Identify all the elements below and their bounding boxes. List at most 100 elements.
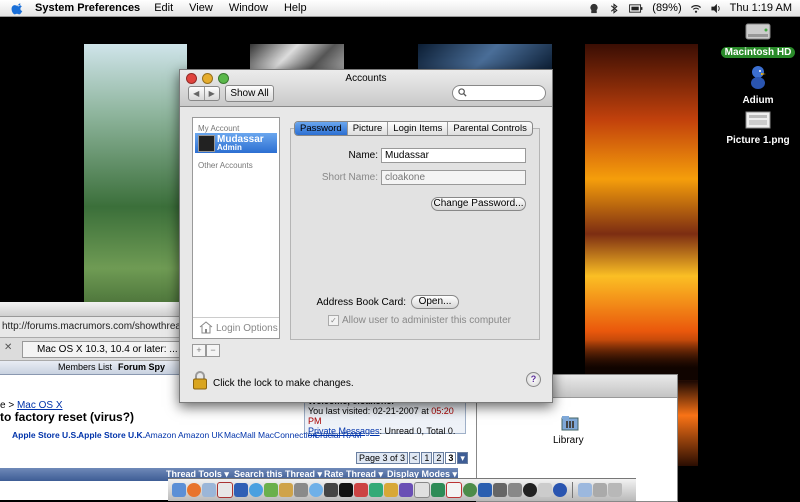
allow-admin-checkbox-row: ✓ Allow user to administer this computer — [328, 315, 511, 326]
dock-app-icon[interactable] — [431, 483, 445, 497]
tab-close-icon[interactable]: ✕ — [4, 342, 12, 353]
page-current: 3 — [445, 452, 457, 464]
library-folder-label[interactable]: Library — [553, 435, 584, 446]
desktop-icon-macintosh-hd[interactable]: Macintosh HD — [718, 20, 798, 58]
open-address-book-button[interactable]: Open... — [411, 295, 459, 309]
help-button[interactable]: ? — [526, 372, 541, 387]
browser-tab[interactable]: Mac OS X 10.3, 10.4 or later: ... — [22, 341, 188, 358]
menu-bar: System Preferences Edit View Window Help… — [0, 0, 800, 17]
name-label: Name: — [348, 150, 378, 161]
dock-calendar-icon[interactable] — [446, 482, 462, 498]
adium-status-icon[interactable] — [588, 3, 600, 14]
account-list: My Account Mudassar Admin Other Accounts… — [192, 117, 280, 339]
dock-folder-icon[interactable] — [578, 483, 592, 497]
store-link[interactable]: Apple Store U.K. — [78, 430, 145, 440]
dock-terminal-icon[interactable] — [339, 483, 353, 497]
pagination: Page 3 of 3 < 1 2 3 ▾ — [355, 452, 468, 464]
app-menu-system-preferences[interactable]: System Preferences — [35, 2, 140, 14]
dock-app-icon[interactable] — [463, 483, 477, 497]
desktop-icon-label: Adium — [742, 95, 774, 106]
name-field[interactable]: Mudassar — [381, 148, 526, 163]
menu-view[interactable]: View — [189, 2, 213, 14]
tab-panel: Name: Mudassar Short Name: cloakone Chan… — [290, 128, 540, 340]
menu-edit[interactable]: Edit — [154, 2, 173, 14]
desktop-icon-adium[interactable]: Adium — [718, 64, 798, 106]
short-name-field: cloakone — [381, 170, 526, 185]
dock — [168, 478, 636, 501]
page-prev[interactable]: < — [409, 452, 421, 464]
page-jump-icon[interactable]: ▾ — [457, 452, 468, 464]
change-password-button[interactable]: Change Password... — [431, 197, 526, 211]
dock-itunes-icon[interactable] — [309, 483, 323, 497]
dock-trash-icon[interactable] — [608, 483, 622, 497]
last-visited: You last visited: 02-21-2007 at 05:20 PM — [308, 406, 454, 426]
tab-parental-controls[interactable]: Parental Controls — [447, 122, 531, 135]
thread-title: to factory reset (virus?) — [0, 410, 135, 424]
dock-word-icon[interactable] — [234, 483, 248, 497]
store-link[interactable]: Crucial RAM — [314, 430, 362, 440]
window-toolbar: Accounts ◀ ▶ Show All — [180, 70, 552, 107]
image-file-icon — [745, 111, 771, 129]
menubar-clock[interactable]: Thu 1:19 AM — [730, 2, 792, 14]
battery-icon[interactable] — [628, 3, 644, 14]
dock-finder-icon[interactable] — [172, 483, 186, 497]
tab-bar: Password Picture Login Items Parental Co… — [294, 121, 533, 136]
dock-photo-icon[interactable] — [294, 483, 308, 497]
page-link[interactable]: 2 — [433, 452, 445, 464]
account-row-mudassar[interactable]: Mudassar Admin — [195, 133, 277, 153]
dock-app-icon[interactable] — [324, 483, 338, 497]
allow-admin-label: Allow user to administer this computer — [342, 315, 511, 326]
back-arrow-icon[interactable]: ◀ — [189, 87, 204, 100]
library-folder-icon[interactable] — [561, 415, 579, 431]
dock-app-icon[interactable] — [279, 483, 293, 497]
address-book-label: Address Book Card: — [316, 297, 407, 308]
remove-account-button[interactable]: − — [206, 344, 220, 357]
wifi-icon[interactable] — [690, 3, 702, 14]
lock-icon[interactable] — [192, 370, 208, 390]
page-link[interactable]: 1 — [421, 452, 433, 464]
dock-app-icon[interactable] — [523, 483, 537, 497]
dock-mail-icon[interactable] — [202, 483, 216, 497]
back-forward-buttons: ◀ ▶ — [188, 86, 220, 101]
apple-menu-icon[interactable] — [11, 2, 25, 15]
store-link[interactable]: Amazon UK — [178, 430, 223, 440]
store-link[interactable]: MacMall — [224, 430, 256, 440]
dock-app-icon[interactable] — [354, 483, 368, 497]
store-link[interactable]: Apple Store U.S. — [12, 430, 79, 440]
tab-password[interactable]: Password — [295, 122, 347, 135]
nav-members-list[interactable]: Members List — [58, 362, 112, 372]
dock-app-icon[interactable] — [384, 483, 398, 497]
dock-adium-icon[interactable] — [553, 483, 567, 497]
dock-app-icon[interactable] — [414, 482, 430, 498]
nav-forum-spy[interactable]: Forum Spy — [118, 362, 165, 372]
dock-utorrent-icon[interactable] — [264, 483, 278, 497]
desktop-icon-picture-1[interactable]: Picture 1.png — [718, 110, 798, 146]
dock-app-icon[interactable] — [399, 483, 413, 497]
dock-app-icon[interactable] — [508, 483, 522, 497]
dock-app-icon[interactable] — [478, 483, 492, 497]
forward-arrow-icon[interactable]: ▶ — [203, 87, 220, 100]
dock-app-icon[interactable] — [493, 483, 507, 497]
menu-window[interactable]: Window — [229, 2, 268, 14]
login-options-item[interactable]: Login Options — [193, 317, 279, 338]
house-icon — [199, 321, 213, 334]
dock-app-icon[interactable] — [593, 483, 607, 497]
allow-admin-checkbox: ✓ — [328, 315, 339, 326]
dock-safari-icon[interactable] — [249, 483, 263, 497]
volume-icon[interactable] — [710, 3, 722, 14]
tab-picture[interactable]: Picture — [346, 122, 388, 135]
dock-app-icon[interactable] — [369, 483, 383, 497]
add-account-button[interactable]: + — [192, 344, 206, 357]
tab-login-items[interactable]: Login Items — [387, 122, 447, 135]
store-link[interactable]: MacConnection — [258, 430, 317, 440]
bluetooth-icon[interactable] — [608, 2, 620, 14]
show-all-button[interactable]: Show All — [225, 85, 274, 102]
menu-help[interactable]: Help — [284, 2, 307, 14]
other-accounts-header: Other Accounts — [198, 161, 253, 170]
search-field[interactable] — [452, 85, 546, 101]
dock-app-icon[interactable] — [538, 483, 552, 497]
store-link[interactable]: Amazon — [145, 430, 176, 440]
short-name-label: Short Name: — [321, 172, 378, 183]
dock-firefox-icon[interactable] — [187, 483, 201, 497]
dock-ical-icon[interactable] — [217, 482, 233, 498]
